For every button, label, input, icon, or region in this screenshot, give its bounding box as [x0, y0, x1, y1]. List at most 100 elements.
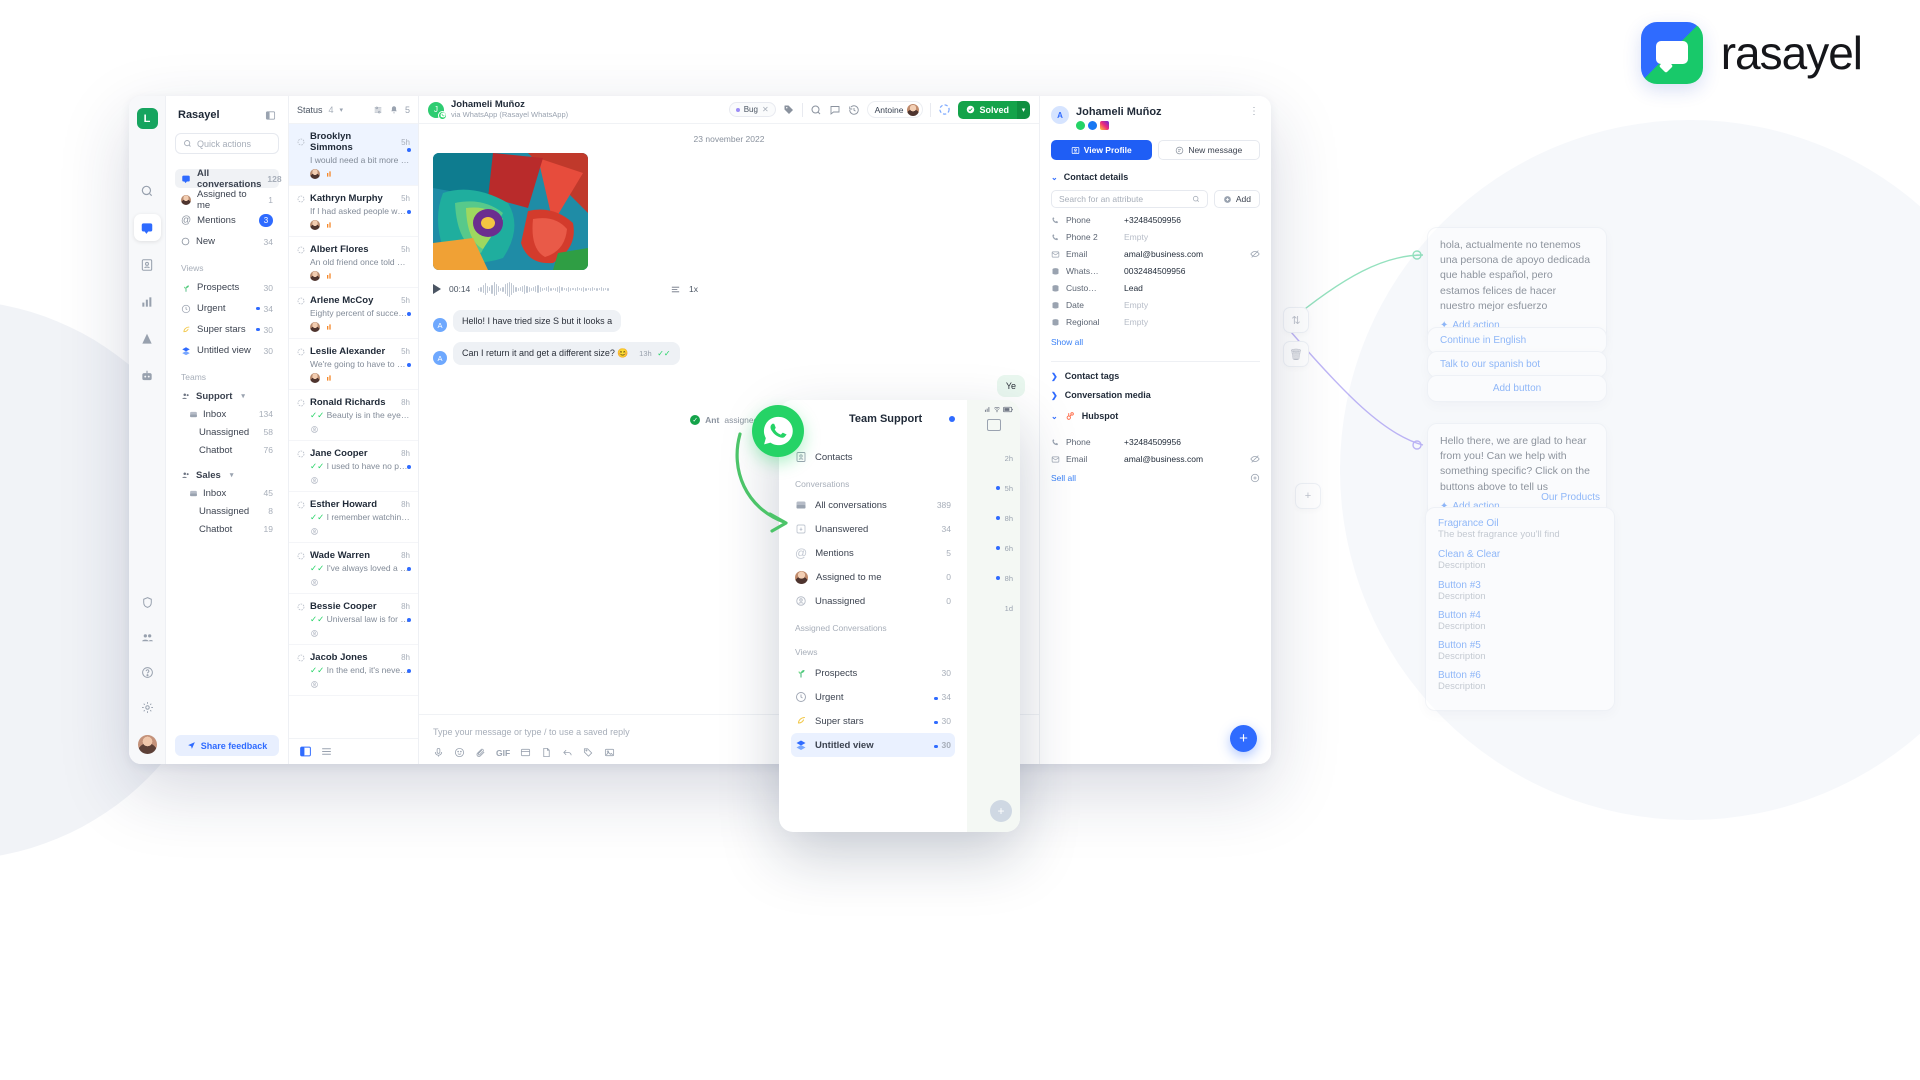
overlay-fab-button[interactable]: + — [990, 800, 1012, 822]
team-sales-unassigned[interactable]: Unassigned 8 — [175, 502, 279, 520]
status-circle-icon[interactable] — [297, 195, 305, 203]
split-view-icon[interactable] — [299, 745, 312, 758]
sidebar-item-all-conversations[interactable]: All conversations 128 — [175, 168, 282, 190]
list-item[interactable]: Leslie Alexander 5h We're going to have … — [289, 339, 418, 390]
hubspot-attribute-email[interactable]: Email amal@business.com — [1051, 454, 1260, 464]
list-item[interactable]: Brooklyn Simmons 5h I would need a bit m… — [289, 124, 418, 186]
history-icon[interactable] — [848, 104, 860, 116]
search-icon[interactable] — [810, 104, 822, 116]
solved-button-group[interactable]: Solved ▾ — [958, 100, 1030, 119]
share-feedback-button[interactable]: Share feedback — [175, 735, 279, 756]
doc-icon[interactable] — [541, 747, 552, 758]
attribute-row-customer-type[interactable]: Custo… Lead — [1051, 283, 1260, 293]
attribute-row-whatsapp[interactable]: Whats… 0032484509956 — [1051, 266, 1260, 276]
team-support-unassigned[interactable]: Unassigned 58 — [175, 423, 279, 441]
inbox-icon[interactable] — [133, 214, 161, 241]
chevron-right-icon[interactable]: ❯ — [1051, 372, 1058, 381]
overlay-item-unassigned[interactable]: Unassigned 0 — [791, 589, 955, 613]
emoji-icon[interactable] — [454, 747, 465, 758]
attach-icon[interactable] — [475, 747, 486, 758]
chevron-down-icon[interactable]: ▾ — [230, 471, 234, 479]
attribute-row-phone[interactable]: Phone +32484509956 — [1051, 215, 1260, 225]
overlay-view-untitled[interactable]: Untitled view 30 — [791, 733, 955, 757]
loading-icon[interactable] — [938, 103, 951, 116]
status-circle-icon[interactable] — [297, 348, 305, 356]
bell-icon[interactable] — [389, 105, 399, 115]
sidebar-item-urgent[interactable]: Urgent 34 — [175, 299, 279, 318]
list-item[interactable]: Esther Howard 8h ✓✓ I remember watching … — [289, 492, 418, 543]
status-circle-icon[interactable] — [297, 654, 305, 662]
workspace-logo[interactable]: L — [136, 108, 158, 129]
contact-details-section[interactable]: ⌄ Contact details — [1051, 172, 1260, 182]
kebab-menu-icon[interactable]: ⋮ — [1249, 106, 1260, 117]
show-all-link[interactable]: Show all — [1051, 337, 1260, 347]
contact-tags-section[interactable]: ❯ Contact tags — [1051, 362, 1260, 390]
chevron-down-icon[interactable]: ▾ — [1017, 100, 1030, 119]
hubspot-section[interactable]: ⌄ Hubspot — [1051, 409, 1260, 430]
status-circle-icon[interactable] — [297, 297, 305, 305]
chevron-down-icon[interactable]: ▾ — [340, 106, 344, 114]
overlay-item-assigned-to-me[interactable]: Assigned to me 0 — [791, 565, 955, 589]
chevron-down-icon[interactable]: ▾ — [241, 392, 245, 400]
list-item[interactable]: Arlene McCoy 5h Eighty percent of succes… — [289, 288, 418, 339]
sidebar-item-super-stars[interactable]: Super stars 30 — [175, 320, 279, 339]
list-item[interactable]: Ronald Richards 8h ✓✓ Beauty is in the e… — [289, 390, 418, 441]
playback-speed[interactable]: 1x — [689, 284, 698, 294]
team-support-chatbot[interactable]: Chatbot 76 — [175, 441, 279, 459]
mic-icon[interactable] — [433, 747, 444, 758]
tag-icon[interactable] — [583, 747, 594, 758]
tag-icon[interactable] — [783, 104, 795, 116]
status-circle-icon[interactable] — [297, 552, 305, 560]
search-icon[interactable] — [134, 177, 161, 204]
list-item[interactable]: Jacob Jones 8h ✓✓ In the end, it's never… — [289, 645, 418, 696]
list-item[interactable]: Jane Cooper 8h ✓✓ I used to have no pubi… — [289, 441, 418, 492]
overlay-compose-box-icon[interactable] — [986, 419, 1001, 431]
sidebar-item-assigned-to-me[interactable]: Assigned to me 1 — [175, 189, 279, 211]
solved-button[interactable]: Solved — [958, 100, 1017, 119]
sell-all-link[interactable]: Sell all — [1051, 473, 1076, 483]
team-sales-chatbot[interactable]: Chatbot 19 — [175, 520, 279, 538]
list-item[interactable]: Albert Flores 5h An old friend once told… — [289, 237, 418, 288]
transcript-icon[interactable] — [670, 284, 681, 295]
assigned-agent-chip[interactable]: Antoine — [866, 101, 924, 118]
sidebar-item-untitled-view[interactable]: Untitled view 30 — [175, 341, 279, 360]
chevron-down-icon[interactable]: ⌄ — [1051, 173, 1058, 182]
status-circle-icon[interactable] — [297, 501, 305, 509]
panel-collapse-icon[interactable] — [265, 110, 276, 121]
instagram-icon[interactable] — [1100, 121, 1109, 130]
list-item[interactable]: Kathryn Murphy 5h If I had asked people … — [289, 186, 418, 237]
list-item[interactable]: Bessie Cooper 8h ✓✓ Universal law is for… — [289, 594, 418, 645]
new-message-button[interactable]: New message — [1157, 140, 1260, 160]
search-input[interactable]: Quick actions — [175, 133, 279, 154]
reply-icon[interactable] — [562, 747, 573, 758]
reports-icon[interactable] — [134, 288, 161, 315]
overlay-item-mentions[interactable]: @ Mentions 5 — [791, 541, 955, 565]
status-circle-icon[interactable] — [297, 603, 305, 611]
help-icon[interactable] — [134, 659, 161, 686]
attribute-search-input[interactable]: Search for an attribute — [1051, 190, 1208, 208]
chevron-down-icon[interactable]: ⌄ — [1051, 412, 1058, 421]
message-image[interactable] — [433, 153, 588, 270]
status-circle-icon[interactable] — [297, 246, 305, 254]
hide-icon[interactable] — [1250, 249, 1260, 259]
facebook-icon[interactable] — [1088, 121, 1097, 130]
overlay-view-super-stars[interactable]: Super stars 30 — [791, 709, 955, 733]
list-view-icon[interactable] — [320, 745, 333, 758]
sidebar-item-prospects[interactable]: Prospects 30 — [175, 278, 279, 297]
compose-fab-button[interactable]: + — [1230, 725, 1257, 752]
bot-icon[interactable] — [134, 362, 161, 389]
user-avatar[interactable] — [137, 735, 157, 754]
play-icon[interactable] — [433, 284, 441, 294]
add-attribute-button[interactable]: Add — [1213, 190, 1260, 208]
waveform[interactable] — [478, 281, 662, 297]
template-icon[interactable] — [520, 747, 531, 758]
contacts-icon[interactable] — [134, 251, 161, 278]
attribute-row-date[interactable]: Date Empty — [1051, 300, 1260, 310]
conversation-media-section[interactable]: ❯ Conversation media — [1051, 390, 1260, 409]
add-icon[interactable] — [1250, 473, 1260, 483]
close-icon[interactable]: ✕ — [762, 105, 769, 114]
status-circle-icon[interactable] — [297, 399, 305, 407]
hide-icon[interactable] — [1250, 454, 1260, 464]
filter-icon[interactable] — [373, 105, 383, 115]
campaigns-icon[interactable] — [134, 325, 161, 352]
